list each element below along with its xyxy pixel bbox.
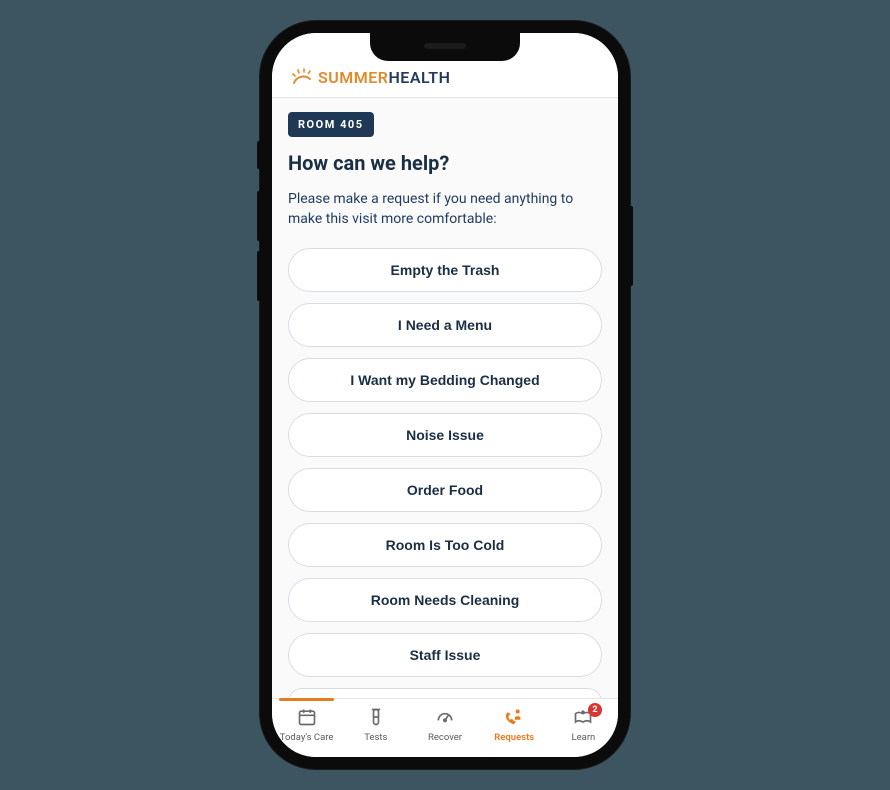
nav-label: Learn	[572, 732, 596, 743]
nav-tests[interactable]: Tests	[341, 705, 410, 743]
page-title: How can we help?	[288, 151, 602, 175]
phone-notch	[370, 33, 520, 61]
phone-side-button	[630, 206, 633, 286]
phone-side-button	[257, 191, 260, 241]
brand-word-2: HEALTH	[388, 68, 450, 87]
bottom-nav: Today's Care Tests	[272, 698, 618, 757]
phone-screen: SUMMERHEALTH ROOM 405 How can we help? P…	[272, 33, 618, 757]
brand-logo: SUMMERHEALTH	[290, 67, 600, 87]
gauge-icon	[433, 705, 457, 729]
phone-frame: SUMMERHEALTH ROOM 405 How can we help? P…	[260, 21, 630, 769]
request-noise-issue[interactable]: Noise Issue	[288, 413, 602, 457]
request-order-food[interactable]: Order Food	[288, 468, 602, 512]
call-person-icon	[502, 705, 526, 729]
sun-icon	[290, 67, 316, 87]
nav-label: Today's Care	[280, 732, 334, 743]
notification-badge: 2	[588, 703, 602, 717]
nav-label: Requests	[494, 732, 534, 743]
nav-learn[interactable]: 2 Learn	[549, 705, 618, 743]
nav-label: Recover	[428, 732, 462, 743]
page-subtext: Please make a request if you need anythi…	[288, 189, 602, 230]
nav-label: Tests	[364, 732, 387, 743]
room-badge: ROOM 405	[288, 112, 374, 137]
request-room-cleaning[interactable]: Room Needs Cleaning	[288, 578, 602, 622]
nav-requests[interactable]: Requests	[480, 705, 549, 743]
nav-active-indicator	[279, 698, 334, 701]
nav-todays-care[interactable]: Today's Care	[272, 705, 341, 743]
phone-side-button	[257, 141, 260, 169]
request-staff-issue[interactable]: Staff Issue	[288, 633, 602, 677]
request-need-menu[interactable]: I Need a Menu	[288, 303, 602, 347]
main-content[interactable]: ROOM 405 How can we help? Please make a …	[272, 98, 618, 698]
brand-text: SUMMERHEALTH	[318, 68, 450, 87]
request-room-cold[interactable]: Room Is Too Cold	[288, 523, 602, 567]
request-partial[interactable]	[288, 688, 602, 698]
brand-word-1: SUMMER	[318, 68, 388, 87]
vial-icon	[364, 705, 388, 729]
calendar-icon	[295, 705, 319, 729]
phone-side-button	[257, 251, 260, 301]
request-empty-trash[interactable]: Empty the Trash	[288, 248, 602, 292]
request-list: Empty the Trash I Need a Menu I Want my …	[288, 248, 602, 698]
nav-recover[interactable]: Recover	[410, 705, 479, 743]
request-bedding-changed[interactable]: I Want my Bedding Changed	[288, 358, 602, 402]
